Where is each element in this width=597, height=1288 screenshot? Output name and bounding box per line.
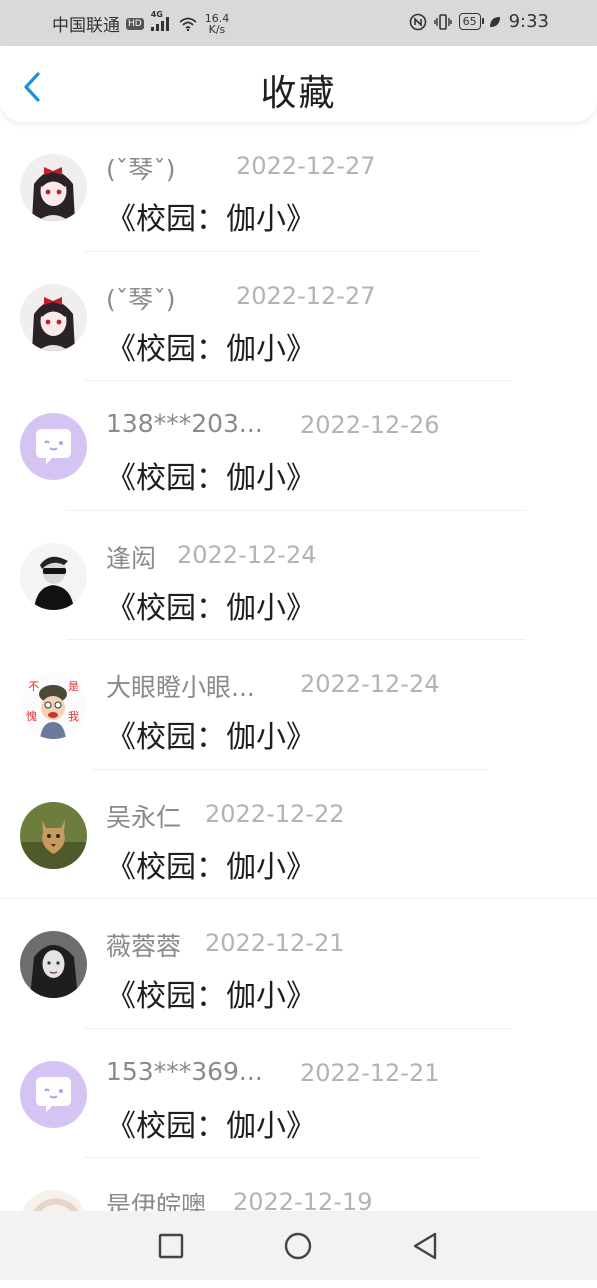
date: 2022-12-21	[300, 1058, 440, 1087]
leaf-icon	[489, 16, 500, 27]
collection-title: 《校园：伽小》	[106, 202, 316, 237]
username: 153***369...	[106, 1056, 263, 1086]
network-speed: 16.4 K/s	[205, 13, 230, 35]
favorites-list: (ˇ琴ˇ) 2022-12-27 《校园：伽小》 (ˇ琴ˇ) 2022-12-2…	[0, 122, 597, 1288]
username: 大眼瞪小眼...	[106, 673, 255, 702]
battery-icon: 65	[458, 13, 484, 30]
wifi-icon	[179, 17, 197, 31]
list-item[interactable]: (ˇ琴ˇ) 2022-12-27 《校园：伽小》	[0, 252, 597, 381]
list-item[interactable]: 薇蓉蓉 2022-12-21 《校园：伽小》	[0, 899, 597, 1029]
svg-text:愧: 愧	[26, 709, 37, 723]
page-title: 收藏	[260, 73, 337, 114]
username: 吴永仁	[106, 802, 182, 832]
username: 138***203...	[106, 409, 263, 438]
collection-title: 《校园：伽小》	[106, 1108, 316, 1144]
hd-badge: HD	[126, 17, 144, 30]
list-item[interactable]: (ˇ琴ˇ) 2022-12-27 《校园：伽小》	[0, 122, 597, 252]
username: (ˇ琴ˇ)	[106, 155, 176, 184]
vibrate-icon	[433, 13, 452, 30]
anime-girl-avatar[interactable]	[20, 283, 87, 351]
default-chat-avatar[interactable]	[20, 1060, 87, 1128]
date: 2022-12-24	[300, 670, 440, 698]
date: 2022-12-27	[236, 281, 376, 310]
svg-text:是: 是	[68, 680, 79, 693]
default-chat-avatar[interactable]	[20, 413, 87, 480]
triangle-icon[interactable]	[408, 1229, 442, 1263]
list-item[interactable]: 138***203... 2022-12-26 《校园：伽小》	[0, 381, 597, 511]
speed-unit: K/s	[208, 22, 226, 36]
clock: 9:33	[508, 11, 549, 32]
username: (ˇ琴ˇ)	[106, 284, 176, 314]
list-item[interactable]: 逢闳 2022-12-24 《校园：伽小》	[0, 511, 597, 640]
list-item[interactable]: 不 是 愧 我 大眼瞪小眼... 2022-12-24 《校园：伽小》	[0, 640, 597, 770]
username: 薇蓉蓉	[106, 932, 182, 961]
network-type: 4G	[150, 9, 163, 19]
sunglasses-person-avatar[interactable]	[20, 542, 87, 610]
list-item[interactable]: 153***369... 2022-12-21 《校园：伽小》	[0, 1029, 597, 1158]
collection-title: 《校园：伽小》	[106, 720, 316, 755]
collection-title: 《校园：伽小》	[106, 849, 316, 885]
list-item[interactable]: 吴永仁 2022-12-22 《校园：伽小》	[0, 770, 597, 899]
svg-text:不: 不	[28, 681, 39, 693]
carrier-name: 中国联通	[52, 16, 120, 36]
circle-icon[interactable]	[281, 1229, 315, 1263]
nfc-icon	[409, 13, 426, 30]
date: 2022-12-27	[236, 152, 376, 180]
status-bar: 中国联通 HD 4G 16.4 K/s 65 9:33	[0, 0, 597, 46]
collection-title: 《校园：伽小》	[106, 979, 316, 1014]
dark-girl-avatar[interactable]	[20, 931, 87, 998]
date: 2022-12-24	[177, 540, 317, 569]
anime-girl-avatar[interactable]	[20, 154, 87, 221]
cougar-avatar[interactable]	[20, 801, 87, 869]
username: 逢闳	[106, 543, 157, 573]
cartoon-soldier-avatar[interactable]: 不 是 愧 我	[20, 672, 87, 739]
date: 2022-12-21	[205, 929, 345, 957]
svg-text:我: 我	[68, 710, 79, 723]
date: 2022-12-22	[205, 799, 345, 828]
collection-title: 《校园：伽小》	[106, 461, 316, 496]
system-nav-bar	[0, 1211, 597, 1280]
collection-title: 《校园：伽小》	[106, 590, 316, 626]
square-icon[interactable]	[154, 1229, 188, 1263]
signal-icon: 4G	[150, 10, 169, 31]
date: 2022-12-26	[300, 411, 440, 439]
collection-title: 《校园：伽小》	[106, 331, 316, 367]
header: 收藏	[0, 46, 597, 122]
